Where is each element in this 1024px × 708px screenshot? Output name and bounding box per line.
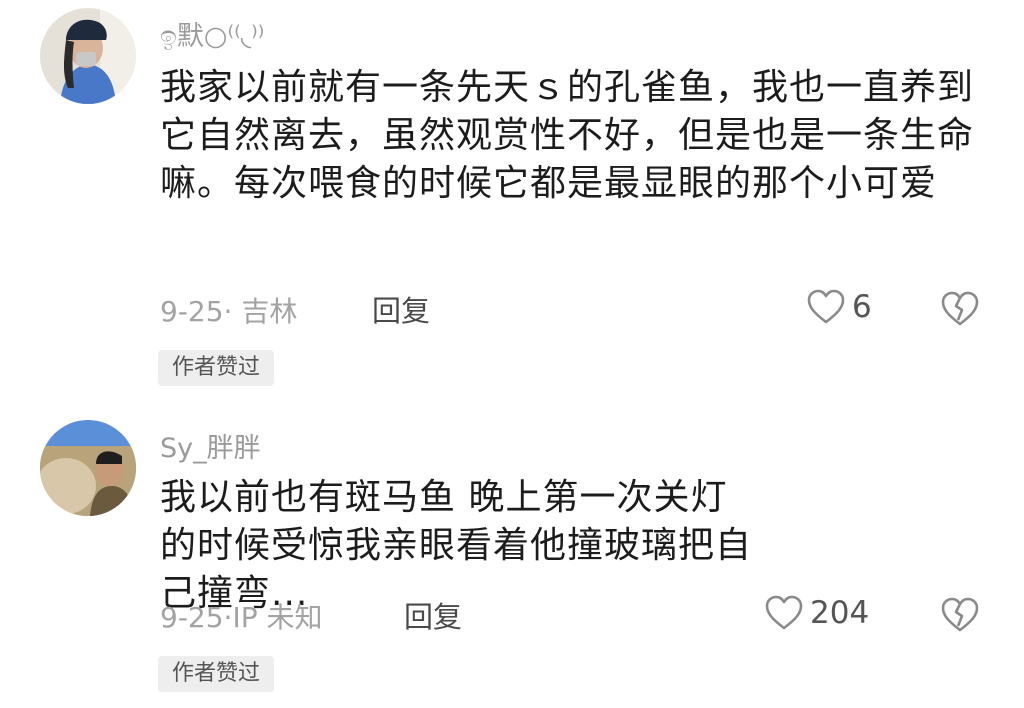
like-button[interactable]: 204 xyxy=(764,594,869,632)
comment-text: 我家以前就有一条先天ｓ的孔雀鱼，我也一直养到它自然离去，虽然观赏性不好，但是也是… xyxy=(160,67,975,204)
broken-heart-icon xyxy=(941,291,979,326)
heart-outline-icon xyxy=(807,289,845,324)
broken-heart-icon xyxy=(941,597,979,632)
like-count: 6 xyxy=(852,289,872,325)
like-button[interactable]: 6 xyxy=(806,288,872,326)
comment-item: Sy_胖胖 我以前也有斑马鱼 晚上第一次关灯的时候受惊我亲眼看着他撞玻璃把自己撞… xyxy=(0,410,1024,708)
author-liked-badge: 作者赞过 xyxy=(158,656,275,692)
dislike-button[interactable] xyxy=(940,290,980,332)
reply-button[interactable]: 回复 xyxy=(404,594,462,636)
username[interactable]: ඉ默○⁽⁽◟⁾⁾ xyxy=(160,14,264,53)
comment-date-location: 9-25· 吉林 xyxy=(160,295,298,328)
dislike-button[interactable] xyxy=(940,596,980,638)
username[interactable]: Sy_胖胖 xyxy=(160,426,261,465)
comment-item: ඉ默○⁽⁽◟⁾⁾ 我家以前就有一条先天ｓ的孔雀鱼，我也一直养到它自然离去，虽然观… xyxy=(0,0,1024,400)
comment-date-location: 9-25·IP 未知 xyxy=(160,601,323,634)
reply-button[interactable]: 回复 xyxy=(372,288,430,330)
like-count: 204 xyxy=(810,595,870,631)
avatar-image xyxy=(40,420,136,516)
user-avatar[interactable] xyxy=(40,8,136,104)
heart-outline-icon xyxy=(765,595,803,630)
author-liked-badge: 作者赞过 xyxy=(158,350,275,386)
user-avatar[interactable] xyxy=(40,420,136,516)
avatar-image xyxy=(40,8,136,104)
